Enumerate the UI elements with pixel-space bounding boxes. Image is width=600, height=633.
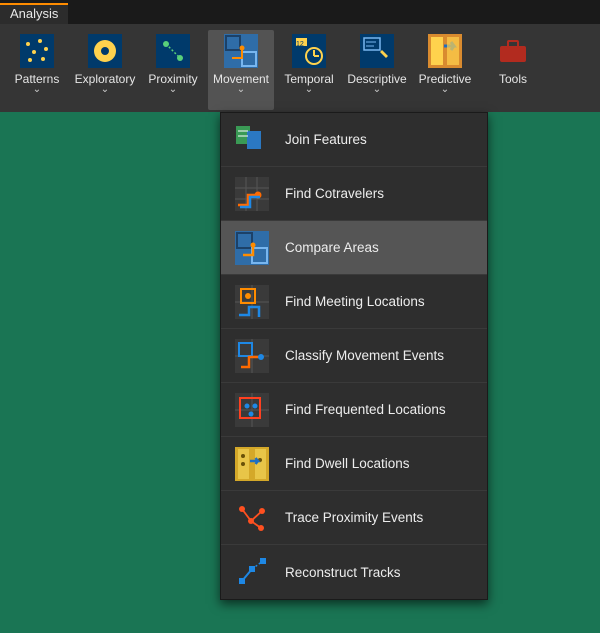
descriptive-icon bbox=[360, 34, 394, 68]
classify-movement-events-icon bbox=[235, 339, 269, 373]
chevron-down-icon: ⌄ bbox=[169, 86, 177, 94]
analysis-ribbon: Patterns ⌄ Exploratory ⌄ Proximity ⌄ Mov… bbox=[0, 24, 600, 112]
menu-trace-proximity-events[interactable]: Trace Proximity Events bbox=[221, 491, 487, 545]
chevron-down-icon: ⌄ bbox=[373, 86, 381, 94]
predictive-icon bbox=[428, 34, 462, 68]
trace-proximity-events-icon bbox=[235, 501, 269, 535]
ribbon-movement[interactable]: Movement ⌄ bbox=[208, 30, 274, 110]
svg-text:12: 12 bbox=[296, 41, 304, 48]
chevron-down-icon: ⌄ bbox=[101, 86, 109, 94]
ribbon-label: Tools bbox=[499, 72, 527, 86]
menu-classify-movement-events[interactable]: Classify Movement Events bbox=[221, 329, 487, 383]
find-dwell-locations-icon bbox=[235, 447, 269, 481]
reconstruct-tracks-icon bbox=[235, 555, 269, 589]
menu-find-dwell-locations[interactable]: Find Dwell Locations bbox=[221, 437, 487, 491]
chevron-down-icon: ⌄ bbox=[237, 86, 245, 94]
menu-label: Find Frequented Locations bbox=[285, 402, 446, 417]
chevron-down-icon: ⌄ bbox=[33, 86, 41, 94]
menu-label: Find Cotravelers bbox=[285, 186, 384, 201]
temporal-icon: 12 bbox=[292, 34, 326, 68]
menu-join-features[interactable]: Join Features bbox=[221, 113, 487, 167]
patterns-icon bbox=[20, 34, 54, 68]
menu-label: Reconstruct Tracks bbox=[285, 565, 401, 580]
ribbon-predictive[interactable]: Predictive ⌄ bbox=[412, 30, 478, 110]
find-frequented-locations-icon bbox=[235, 393, 269, 427]
menu-find-meeting-locations[interactable]: Find Meeting Locations bbox=[221, 275, 487, 329]
exploratory-icon bbox=[88, 34, 122, 68]
menu-find-frequented-locations[interactable]: Find Frequented Locations bbox=[221, 383, 487, 437]
ribbon-exploratory[interactable]: Exploratory ⌄ bbox=[72, 30, 138, 110]
tab-analysis[interactable]: Analysis bbox=[0, 3, 68, 24]
ribbon-tools[interactable]: Tools bbox=[480, 30, 546, 110]
menu-label: Trace Proximity Events bbox=[285, 510, 423, 525]
ribbon-proximity[interactable]: Proximity ⌄ bbox=[140, 30, 206, 110]
menu-label: Join Features bbox=[285, 132, 367, 147]
ribbon-temporal[interactable]: 12 Temporal ⌄ bbox=[276, 30, 342, 110]
menu-compare-areas[interactable]: Compare Areas bbox=[221, 221, 487, 275]
ribbon-descriptive[interactable]: Descriptive ⌄ bbox=[344, 30, 410, 110]
ribbon-patterns[interactable]: Patterns ⌄ bbox=[4, 30, 70, 110]
tab-bar: Analysis bbox=[0, 0, 600, 24]
menu-label: Classify Movement Events bbox=[285, 348, 444, 363]
find-cotravelers-icon bbox=[235, 177, 269, 211]
compare-areas-icon bbox=[235, 231, 269, 265]
menu-label: Find Meeting Locations bbox=[285, 294, 425, 309]
movement-icon bbox=[224, 34, 258, 68]
menu-label: Compare Areas bbox=[285, 240, 379, 255]
join-features-icon bbox=[235, 123, 269, 157]
tools-icon bbox=[496, 34, 530, 68]
menu-label: Find Dwell Locations bbox=[285, 456, 410, 471]
menu-find-cotravelers[interactable]: Find Cotravelers bbox=[221, 167, 487, 221]
menu-reconstruct-tracks[interactable]: Reconstruct Tracks bbox=[221, 545, 487, 599]
chevron-down-icon: ⌄ bbox=[441, 86, 449, 94]
movement-dropdown: Join Features Find Cotravelers Compare A… bbox=[220, 112, 488, 600]
find-meeting-locations-icon bbox=[235, 285, 269, 319]
proximity-icon bbox=[156, 34, 190, 68]
chevron-down-icon: ⌄ bbox=[305, 86, 313, 94]
